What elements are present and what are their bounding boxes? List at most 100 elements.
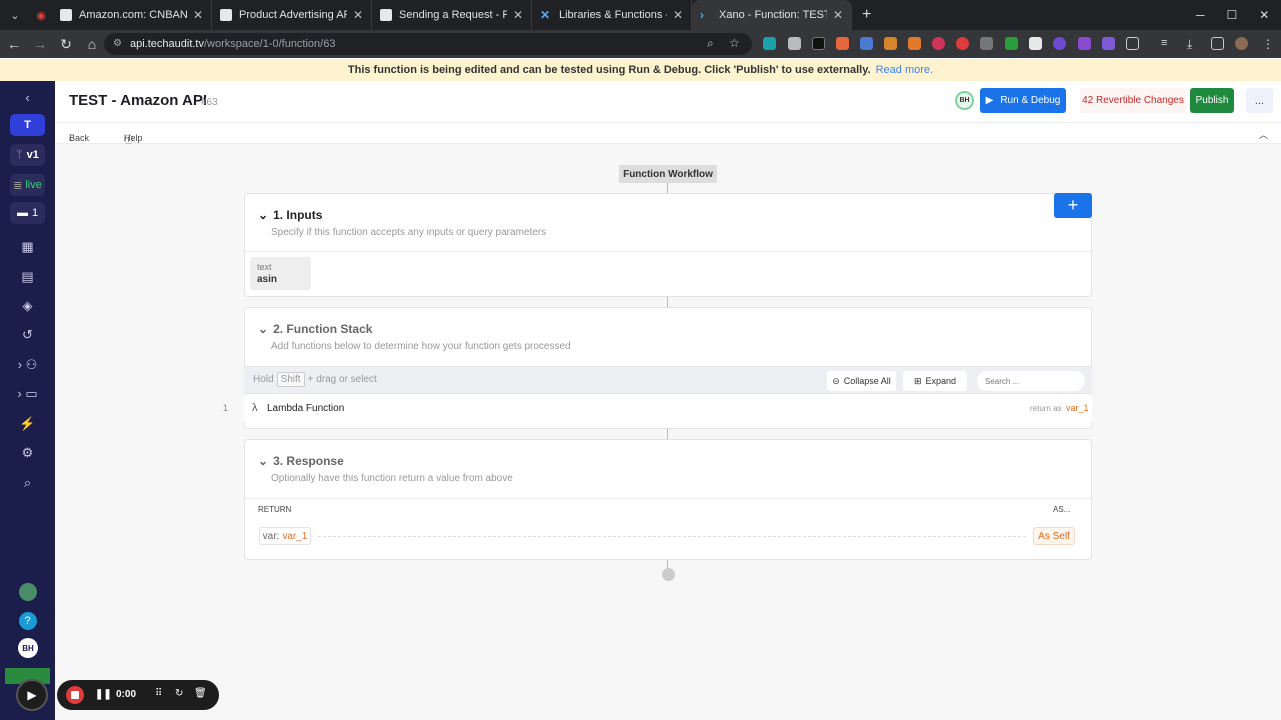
browser-tab[interactable]: Sending a Request - Product Ad ✕ [372, 0, 532, 30]
announcements-icon[interactable] [0, 583, 55, 604]
lambda-icon: λ [252, 402, 258, 414]
collapse-sidebar-icon[interactable]: ‹ [0, 90, 55, 105]
extension-icon[interactable] [788, 37, 801, 50]
database-table-icon[interactable]: ▤ [0, 269, 55, 285]
restart-icon[interactable]: ↻ [175, 688, 183, 699]
stack-search-input[interactable]: Search ... [977, 371, 1085, 391]
close-tab-icon[interactable]: ✕ [833, 8, 843, 22]
input-item-asin[interactable]: text asin [250, 257, 311, 290]
forward-arrow-icon[interactable]: → [28, 36, 52, 52]
side-panel-icon[interactable] [1211, 37, 1224, 50]
collaborator-avatar[interactable]: BH [955, 91, 974, 110]
response-subtitle: Optionally have this function return a v… [271, 473, 513, 484]
download-icon[interactable]: ⤓ [1187, 37, 1200, 51]
connector-line [667, 183, 668, 193]
camera-icon[interactable]: ▶ [16, 679, 48, 711]
screen-recorder-bar: ❚❚ 0:00 ⠿ ↻ 🗑 [57, 680, 219, 710]
maximize-icon[interactable]: ☐ [1227, 8, 1238, 22]
extension-icon[interactable] [1005, 37, 1018, 50]
extension-icon[interactable] [860, 37, 873, 50]
extension-icon[interactable] [1053, 37, 1066, 50]
return-variable-chip[interactable]: var: var_1 [259, 527, 311, 545]
extension-icon[interactable] [932, 37, 945, 50]
close-tab-icon[interactable]: ✕ [513, 8, 523, 22]
bookmark-star-icon[interactable]: ☆ [729, 36, 740, 50]
address-bar[interactable]: ⚙ api.techaudit.tv/workspace/1-0/functio… [104, 33, 752, 55]
extension-icon[interactable] [836, 37, 849, 50]
close-window-icon[interactable]: ✕ [1259, 8, 1269, 22]
dashboard-icon[interactable]: ▦ [0, 239, 55, 255]
extensions-puzzle-icon[interactable] [1126, 37, 1139, 50]
expand-button[interactable]: ⊞ Expand [903, 371, 967, 391]
close-tab-icon[interactable]: ✕ [353, 8, 363, 22]
help-circle-icon[interactable]: ? [0, 612, 55, 630]
chat-icon: ▬ [16, 207, 28, 219]
stop-record-button[interactable] [66, 686, 84, 704]
history-icon[interactable]: ↺ [0, 327, 55, 343]
branch-badge[interactable]: ᛘ v1 [10, 144, 45, 166]
response-header[interactable]: ⌄ 3. Response [258, 454, 344, 468]
browser-tab-active[interactable]: › Xano - Function: TEST - Am ✕ [692, 0, 852, 30]
extension-icon[interactable] [1102, 37, 1115, 50]
api-icon[interactable]: › ⚇ [0, 357, 55, 373]
run-debug-button[interactable]: ▶ Run & Debug [980, 88, 1066, 113]
extension-icon[interactable] [980, 37, 993, 50]
extension-icon[interactable] [884, 37, 897, 50]
search-icon[interactable]: ⌕ [0, 475, 55, 491]
workspace-badge[interactable]: T [10, 114, 45, 136]
collapse-all-button[interactable]: ⊝ Collapse All [827, 371, 896, 391]
extension-icon[interactable] [1029, 37, 1042, 50]
dashed-divider [318, 536, 1026, 537]
function-stack-header[interactable]: ⌄ 2. Function Stack [258, 322, 372, 336]
add-input-button[interactable]: + [1054, 193, 1092, 218]
tab-search-button[interactable]: ⌄ [4, 4, 26, 26]
extension-icon[interactable] [956, 37, 969, 50]
chevron-up-icon[interactable]: ︿ [1259, 128, 1268, 141]
extension-icon[interactable] [1078, 37, 1091, 50]
close-tab-icon[interactable]: ✕ [673, 8, 683, 22]
grid-icon[interactable]: ⠿ [155, 688, 162, 699]
minimize-icon[interactable]: ─ [1196, 8, 1205, 22]
library-stack-icon[interactable]: ◈ [0, 298, 55, 314]
page-title: TEST - Amazon API [69, 92, 208, 109]
back-arrow-icon[interactable]: ← [2, 36, 26, 52]
record-timer: 0:00 [116, 689, 137, 700]
media-icon[interactable]: ≡ [1161, 37, 1174, 50]
trash-icon[interactable]: 🗑 [194, 688, 207, 699]
messages-badge[interactable]: ▬ 1 [10, 202, 45, 224]
return-column-header: RETURN [258, 505, 292, 514]
browser-tab[interactable]: ✕ Libraries & Functions - Xano De ✕ [532, 0, 692, 30]
publish-button[interactable]: Publish [1190, 88, 1234, 113]
read-more-link[interactable]: Read more. [876, 64, 933, 76]
marketplace-icon[interactable]: › ▭ [0, 386, 55, 402]
browser-tab[interactable]: Product Advertising API 5.0 Scr ✕ [212, 0, 372, 30]
zoom-icon[interactable]: ⌕ [707, 36, 714, 51]
inputs-header[interactable]: ⌄ 1. Inputs [258, 208, 322, 222]
window-controls: ─ ☐ ✕ [1196, 0, 1269, 30]
settings-gear-icon[interactable]: ⚙ [0, 445, 55, 461]
stack-step-lambda[interactable]: λ Lambda Function return as var_1 [244, 395, 1092, 422]
amazon-favicon-icon [380, 9, 392, 21]
xano-favicon-icon: › [700, 8, 704, 22]
user-avatar[interactable]: BH [18, 638, 38, 658]
as-self-chip[interactable]: As Self [1033, 527, 1075, 545]
home-icon[interactable]: ⌂ [80, 36, 104, 52]
pause-icon[interactable]: ❚❚ [95, 689, 112, 700]
left-sidebar: ‹ T ᛘ v1 ≣ live ▬ 1 ▦ ▤ ◈ ↺ › ⚇ › ▭ ⚡ ⚙ ⌕ ?… [0, 81, 55, 720]
browser-tab[interactable]: Amazon.com: CNBANAN 2.5K F ✕ [52, 0, 212, 30]
kebab-menu-icon[interactable]: ⋮ [1262, 37, 1275, 51]
bolt-icon[interactable]: ⚡ [0, 416, 55, 432]
site-info-icon[interactable]: ⚙ [113, 38, 125, 50]
close-tab-icon[interactable]: ✕ [193, 8, 203, 22]
extension-icon[interactable] [908, 37, 921, 50]
extension-icon[interactable] [763, 37, 776, 50]
extension-icon[interactable] [812, 37, 825, 50]
revertible-changes-button[interactable]: 42 Revertible Changes [1080, 88, 1186, 113]
more-options-button[interactable]: ... [1246, 88, 1273, 113]
profile-avatar[interactable] [1235, 37, 1248, 50]
environment-badge[interactable]: ≣ live [10, 174, 45, 196]
step-number: 1 [223, 403, 229, 413]
reload-icon[interactable]: ↻ [54, 36, 78, 53]
new-tab-icon[interactable]: + [862, 6, 871, 24]
response-section: ⌄ 3. Response Optionally have this functi… [244, 439, 1092, 560]
